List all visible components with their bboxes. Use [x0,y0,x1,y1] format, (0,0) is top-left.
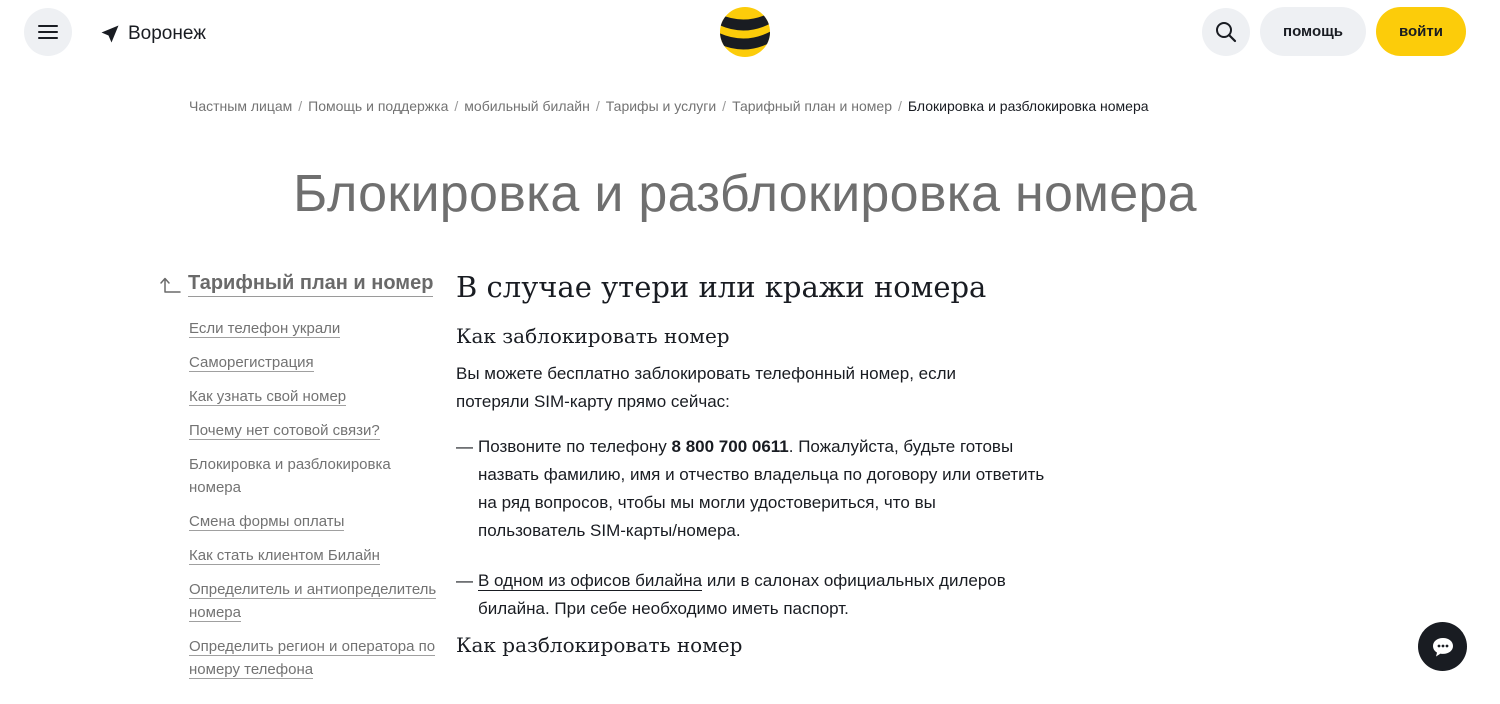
instruction-item: — Позвоните по телефону 8 800 700 0611. … [456,433,1046,545]
sidebar-parent-label: Тарифный план и номер [188,272,434,297]
breadcrumb-separator: / [298,98,303,114]
breadcrumb-separator: / [722,98,727,114]
breadcrumb-item[interactable]: Тарифы и услуги [606,98,716,114]
instruction-list: — Позвоните по телефону 8 800 700 0611. … [456,433,1046,623]
article-heading: В случае утери или кражи номера [456,270,987,304]
help-button[interactable]: помощь [1260,7,1366,56]
bullet-text: Позвоните по телефону [478,437,672,456]
sidebar-item-link[interactable]: Определить регион и оператора по номеру … [189,638,436,679]
block-heading: Как заблокировать номер [456,324,730,348]
sidebar-item: Саморегистрация [189,351,445,374]
breadcrumb-separator: / [454,98,459,114]
sidebar-item: Если телефон украли [189,317,445,340]
city-label: Воронеж [128,23,206,44]
bullet-dash: — [456,571,473,590]
sidebar-item: Определитель и антиопределитель номера [189,578,445,624]
phone-number: 8 800 700 0611 [671,437,789,456]
offices-link[interactable]: В одном из офисов билайна [478,571,703,591]
breadcrumb: Частным лицам / Помощь и поддержка / моб… [189,98,1149,114]
breadcrumb-separator: / [595,98,600,114]
sidebar-item-link[interactable]: Почему нет сотовой связи? [189,422,380,440]
sidebar-item: Почему нет сотовой связи? [189,419,445,442]
sidebar: Тарифный план и номер Если телефон украл… [160,272,445,692]
breadcrumb-item[interactable]: мобильный билайн [464,98,590,114]
breadcrumb-separator: / [897,98,902,114]
sidebar-item-active: Блокировка и разблокировка номера [189,456,391,496]
menu-button[interactable] [24,8,72,56]
sidebar-item: Как узнать свой номер [189,385,445,408]
sidebar-item-link[interactable]: Смена формы оплаты [189,513,345,531]
breadcrumb-item[interactable]: Помощь и поддержка [308,98,448,114]
back-arrow-icon [160,277,181,293]
sidebar-item: Определить регион и оператора по номеру … [189,635,445,681]
sidebar-parent-link[interactable]: Тарифный план и номер [160,272,445,297]
sidebar-list: Если телефон украли Саморегистрация Как … [189,317,445,681]
login-button[interactable]: войти [1376,7,1466,56]
hamburger-icon [38,25,58,39]
sidebar-item-link[interactable]: Как стать клиентом Билайн [189,547,380,565]
breadcrumb-current: Блокировка и разблокировка номера [907,98,1149,114]
instruction-item: — В одном из офисов билайна или в салона… [456,567,1046,623]
page-title: Блокировка и разблокировка номера [293,165,1197,223]
beeline-logo[interactable] [719,6,771,58]
search-button[interactable] [1202,8,1250,56]
city-selector[interactable]: Воронеж [100,20,206,48]
sidebar-item-link[interactable]: Саморегистрация [189,354,314,372]
sidebar-item: Как стать клиентом Билайн [189,544,445,567]
breadcrumb-item[interactable]: Тарифный план и номер [732,98,892,114]
sidebar-item-link[interactable]: Если телефон украли [189,320,341,338]
bullet-dash: — [456,437,473,456]
article: В случае утери или кражи номера Как забл… [456,270,1046,657]
chat-button[interactable] [1418,622,1467,671]
unblock-heading: Как разблокировать номер [456,633,743,657]
page: Воронеж помощь войти Частным лицам / Пом… [0,0,1500,704]
intro-paragraph: Вы можете бесплатно заблокировать телефо… [456,364,957,411]
breadcrumb-item[interactable]: Частным лицам [189,98,292,114]
chat-icon [1432,637,1453,656]
location-arrow-icon [101,25,119,43]
search-icon [1216,22,1237,43]
sidebar-item: Смена формы оплаты [189,510,445,533]
sidebar-item-link[interactable]: Как узнать свой номер [189,388,347,406]
sidebar-item-link[interactable]: Определитель и антиопределитель номера [189,581,437,622]
